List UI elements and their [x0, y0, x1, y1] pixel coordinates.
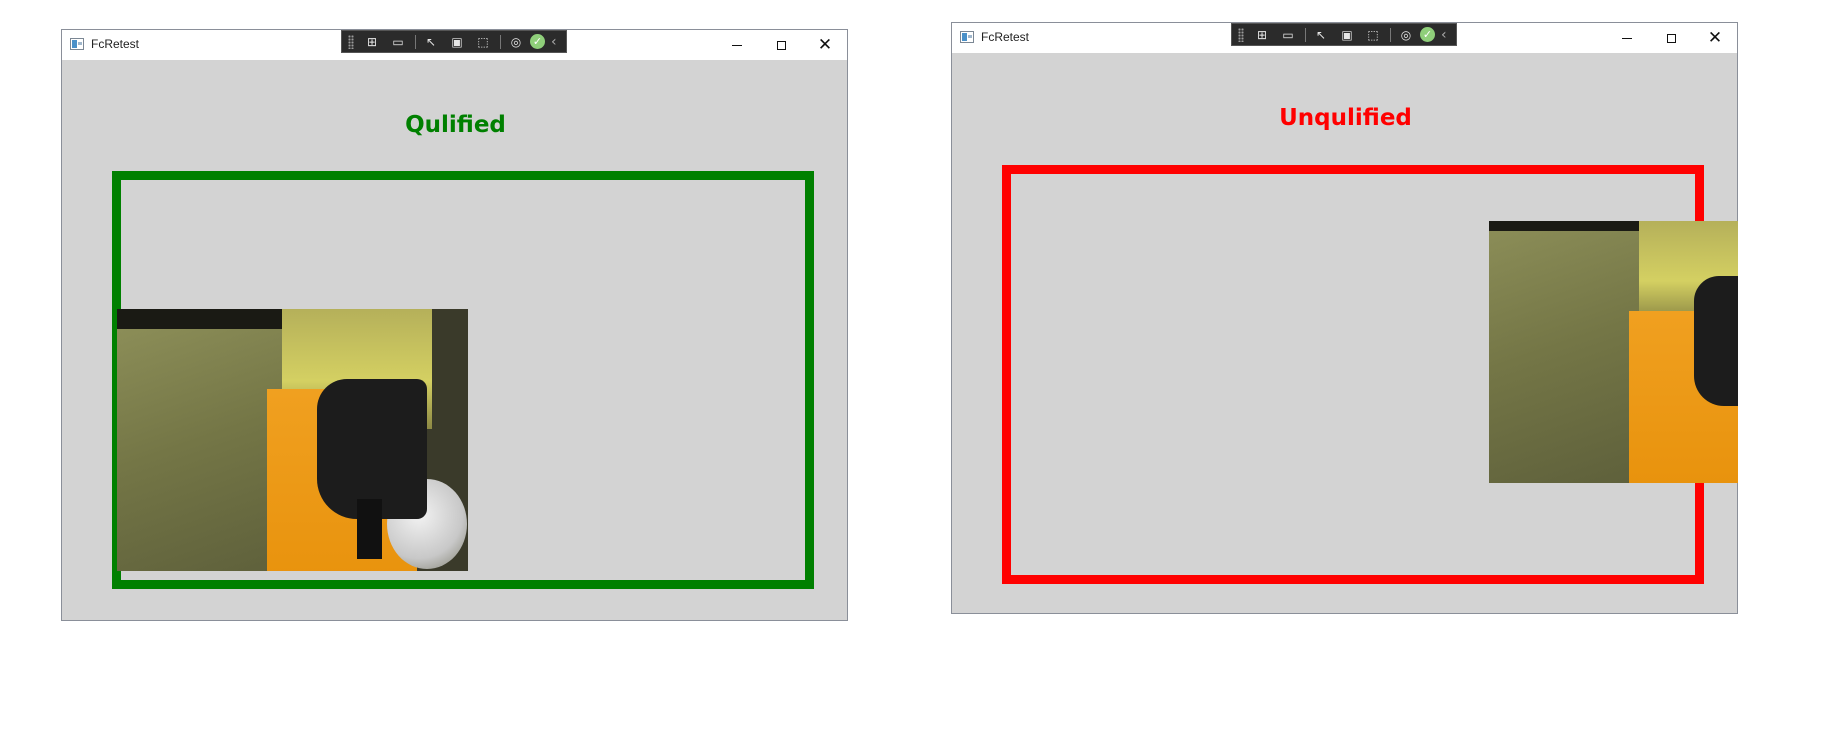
- app-window-icon: [70, 38, 84, 50]
- check-icon[interactable]: ✓: [530, 34, 545, 49]
- hot-reload-icon[interactable]: ◎: [504, 33, 528, 51]
- app-window-unqualified[interactable]: FcRetest ⊞ ▭ ↖ ▣ ⬚ ◎ ✓ ‹ ✕ Unqulified: [951, 22, 1738, 614]
- app-window-icon: [960, 31, 974, 43]
- collapse-icon[interactable]: ‹: [551, 34, 557, 50]
- window-title: FcRetest: [981, 30, 1030, 44]
- toolbar-grip-icon[interactable]: [348, 34, 354, 49]
- camera-icon[interactable]: ▭: [1276, 26, 1300, 44]
- minimize-button[interactable]: [1605, 23, 1649, 53]
- track-focus-icon[interactable]: ⬚: [471, 33, 495, 51]
- close-icon: ✕: [1707, 27, 1723, 48]
- minimize-icon: [732, 44, 742, 46]
- title-bar[interactable]: FcRetest ⊞ ▭ ↖ ▣ ⬚ ◎ ✓ ‹ ✕: [62, 30, 847, 60]
- toolbar-grip-icon[interactable]: [1238, 27, 1244, 42]
- close-button[interactable]: ✕: [1693, 23, 1737, 53]
- app-window-qualified[interactable]: FcRetest ⊞ ▭ ↖ ▣ ⬚ ◎ ✓ ‹ ✕ Qulified: [61, 29, 848, 621]
- collapse-icon[interactable]: ‹: [1441, 27, 1447, 43]
- window-title: FcRetest: [91, 37, 140, 51]
- check-icon[interactable]: ✓: [1420, 27, 1435, 42]
- image-region: [317, 379, 427, 519]
- toolbar-separator: [1390, 27, 1391, 42]
- track-focus-icon[interactable]: ⬚: [1361, 26, 1385, 44]
- camera-icon[interactable]: ▭: [386, 33, 410, 51]
- layout-adorner-icon[interactable]: ▣: [445, 33, 469, 51]
- minimize-button[interactable]: [715, 30, 759, 60]
- minimize-icon: [1622, 37, 1632, 39]
- maximize-icon: [1666, 33, 1676, 43]
- select-element-icon[interactable]: ⊞: [1250, 26, 1274, 44]
- maximize-button[interactable]: [759, 30, 803, 60]
- wpf-debug-toolbar[interactable]: ⊞ ▭ ↖ ▣ ⬚ ◎ ✓ ‹: [341, 30, 567, 53]
- image-region: [1694, 276, 1738, 406]
- hot-reload-icon[interactable]: ◎: [1394, 26, 1418, 44]
- select-element-icon[interactable]: ⊞: [360, 33, 384, 51]
- layout-adorner-icon[interactable]: ▣: [1335, 26, 1359, 44]
- wpf-debug-toolbar[interactable]: ⊞ ▭ ↖ ▣ ⬚ ◎ ✓ ‹: [1231, 23, 1457, 46]
- image-region: [357, 499, 382, 559]
- maximize-icon: [776, 40, 786, 50]
- close-button[interactable]: ✕: [803, 30, 847, 60]
- toolbar-separator: [500, 34, 501, 49]
- maximize-button[interactable]: [1649, 23, 1693, 53]
- toolbar-separator: [415, 34, 416, 49]
- title-bar[interactable]: FcRetest ⊞ ▭ ↖ ▣ ⬚ ◎ ✓ ‹ ✕: [952, 23, 1737, 53]
- status-label: Unqulified: [1279, 105, 1412, 131]
- camera-image: [1489, 221, 1738, 483]
- status-label: Qulified: [405, 112, 506, 138]
- pointer-icon[interactable]: ↖: [419, 33, 443, 51]
- toolbar-separator: [1305, 27, 1306, 42]
- camera-image: [117, 309, 468, 571]
- close-icon: ✕: [817, 34, 833, 55]
- pointer-icon[interactable]: ↖: [1309, 26, 1333, 44]
